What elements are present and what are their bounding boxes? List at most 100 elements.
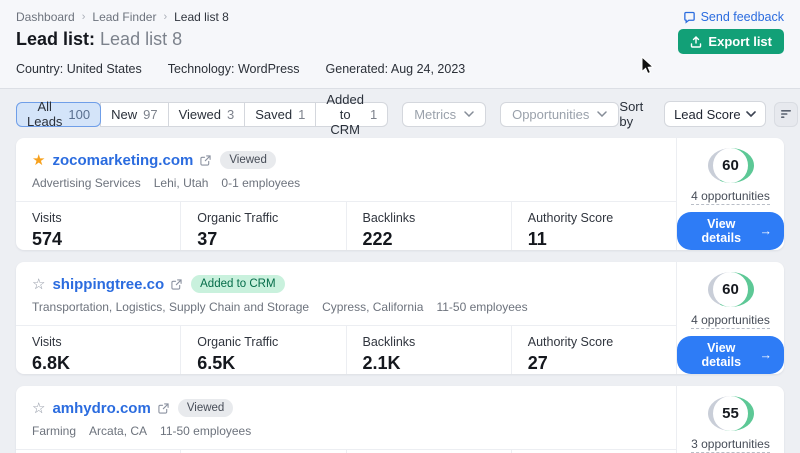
meta-generated: Generated: Aug 24, 2023 bbox=[326, 62, 466, 76]
metric-value: 6.5K bbox=[197, 353, 345, 374]
metric-value: 2.1K bbox=[363, 353, 511, 374]
metric-cell: Authority Score27 bbox=[511, 326, 676, 374]
metric-value: 37 bbox=[197, 229, 345, 250]
list-meta: Country: United States Technology: WordP… bbox=[16, 62, 784, 76]
lead-card: ☆ amhydro.com Viewed Farming Arcata, CA 11-50… bbox=[16, 386, 784, 453]
metric-label: Authority Score bbox=[528, 211, 676, 225]
sort-order-button[interactable] bbox=[774, 102, 798, 127]
company-industry: Transportation, Logistics, Supply Chain … bbox=[32, 300, 309, 314]
external-link-icon[interactable] bbox=[171, 279, 182, 290]
filter-tab-label: New bbox=[111, 107, 137, 122]
breadcrumb-lead-finder[interactable]: Lead Finder bbox=[92, 10, 156, 24]
company-info: Farming Arcata, CA 11-50 employees bbox=[32, 424, 660, 438]
filter-tab-label: All Leads bbox=[27, 99, 62, 129]
metric-label: Backlinks bbox=[363, 335, 511, 349]
lead-score-value: 60 bbox=[713, 272, 748, 307]
breadcrumb-separator: › bbox=[163, 11, 167, 23]
lead-domain-link[interactable]: shippingtree.co bbox=[52, 276, 164, 293]
lead-score-value: 55 bbox=[713, 396, 748, 431]
metric-cell: Visits 574 bbox=[16, 202, 180, 250]
filter-tab-count: 1 bbox=[370, 107, 377, 122]
view-details-button[interactable]: View details→ bbox=[677, 336, 784, 374]
lead-score-value: 60 bbox=[713, 148, 748, 183]
metric-cell: Backlinks 2.1K bbox=[346, 326, 511, 374]
metric-label: Backlinks bbox=[363, 211, 511, 225]
status-badge: Viewed bbox=[178, 399, 234, 417]
star-icon[interactable]: ★ bbox=[32, 153, 45, 168]
filter-tab-added-to-crm[interactable]: Added to CRM1 bbox=[315, 102, 388, 127]
lead-card-main: ★ zocomarketing.com Viewed Advertising Serv… bbox=[16, 138, 676, 250]
meta-country: Country: United States bbox=[16, 62, 142, 76]
lead-score-ring: 55 bbox=[708, 396, 754, 431]
metric-cell: Authority Score 11 bbox=[511, 202, 676, 250]
chevron-down-icon bbox=[746, 111, 756, 117]
export-icon bbox=[690, 36, 702, 48]
filter-tab-count: 97 bbox=[143, 107, 157, 122]
metric-value: 11 bbox=[528, 229, 676, 250]
company-location: Cypress, California bbox=[322, 300, 423, 314]
metric-cell: Visits6.8K bbox=[16, 326, 180, 374]
arrow-right-icon: → bbox=[760, 224, 773, 238]
send-feedback-link[interactable]: Send feedback bbox=[683, 10, 784, 24]
filter-tab-viewed[interactable]: Viewed3 bbox=[168, 102, 246, 127]
lead-card-main: ☆ amhydro.com Viewed Farming Arcata, CA 11-50… bbox=[16, 386, 676, 453]
external-link-icon[interactable] bbox=[200, 155, 211, 166]
opportunities-dropdown[interactable]: Opportunities bbox=[500, 102, 619, 127]
metrics-row: VisitsOrganic TrafficBacklinksAuthority … bbox=[16, 449, 676, 453]
view-details-button[interactable]: View details → bbox=[677, 212, 784, 250]
filter-tab-label: Saved bbox=[255, 107, 292, 122]
status-badge: Added to CRM bbox=[191, 275, 284, 293]
export-label: Export list bbox=[708, 34, 772, 49]
opportunities-link[interactable]: 4 opportunities bbox=[691, 313, 770, 329]
export-list-button[interactable]: Export list bbox=[678, 29, 784, 54]
sort-select-value: Lead Score bbox=[674, 107, 741, 122]
filter-tab-label: Added to CRM bbox=[326, 92, 364, 137]
company-industry: Farming bbox=[32, 424, 76, 438]
chevron-down-icon bbox=[597, 111, 607, 117]
filter-bar: All Leads100New97Viewed3Saved1Added to C… bbox=[16, 99, 784, 129]
lead-card-side: 60 4 opportunities View details → bbox=[676, 138, 784, 250]
breadcrumb-dashboard[interactable]: Dashboard bbox=[16, 10, 75, 24]
sort-by-label: Sort by bbox=[619, 99, 656, 129]
view-details-label: View details bbox=[689, 217, 754, 245]
filter-tab-new[interactable]: New 97 bbox=[100, 102, 168, 127]
company-location: Lehi, Utah bbox=[154, 176, 209, 190]
star-icon[interactable]: ☆ bbox=[32, 277, 45, 292]
metric-label: Organic Traffic bbox=[197, 335, 345, 349]
metric-value: 27 bbox=[528, 353, 676, 374]
opportunities-link[interactable]: 3 opportunities bbox=[691, 437, 770, 453]
filter-tab-label: Viewed bbox=[179, 107, 221, 122]
filter-tab-count: 1 bbox=[298, 107, 305, 122]
company-info: Transportation, Logistics, Supply Chain … bbox=[32, 300, 660, 314]
company-info: Advertising ServicesLehi, Utah0-1 employ… bbox=[32, 176, 660, 190]
lead-domain-link[interactable]: amhydro.com bbox=[52, 400, 150, 417]
page-title: Lead list: Lead list 8 bbox=[16, 29, 182, 50]
meta-technology: Technology: WordPress bbox=[168, 62, 300, 76]
sort-descending-icon bbox=[780, 109, 792, 119]
external-link-icon[interactable] bbox=[158, 403, 169, 414]
company-employees: 11-50 employees bbox=[160, 424, 251, 438]
company-location: Arcata, CA bbox=[89, 424, 147, 438]
breadcrumb-separator: › bbox=[82, 11, 86, 23]
metric-label: Organic Traffic bbox=[197, 211, 345, 225]
breadcrumb: Dashboard › Lead Finder › Lead list 8 bbox=[16, 10, 229, 24]
status-badge: Viewed bbox=[220, 151, 276, 169]
page-header: Dashboard › Lead Finder › Lead list 8 Se… bbox=[0, 0, 800, 89]
opportunities-link[interactable]: 4 opportunities bbox=[691, 189, 770, 205]
metrics-dropdown[interactable]: Metrics bbox=[402, 102, 486, 127]
filter-tab-count: 100 bbox=[68, 107, 90, 122]
metric-label: Visits bbox=[32, 211, 180, 225]
company-industry: Advertising Services bbox=[32, 176, 141, 190]
metrics-row: Visits574Organic Traffic37Backlinks222Au… bbox=[16, 201, 676, 250]
sort-select[interactable]: Lead Score bbox=[664, 101, 766, 127]
lead-domain-link[interactable]: zocomarketing.com bbox=[52, 152, 193, 169]
star-icon[interactable]: ☆ bbox=[32, 401, 45, 416]
filter-tab-all-leads[interactable]: All Leads 100 bbox=[16, 102, 101, 127]
view-details-label: View details bbox=[689, 341, 754, 369]
metric-cell: Organic Traffic 6.5K bbox=[180, 326, 345, 374]
metrics-row: Visits6.8K Organic Traffic 6.5K Backlinks 2.… bbox=[16, 325, 676, 374]
filter-tab-saved[interactable]: Saved 1 bbox=[244, 102, 316, 127]
metric-value: 574 bbox=[32, 229, 180, 250]
metric-label: Visits bbox=[32, 335, 180, 349]
feedback-bubble-icon bbox=[683, 11, 696, 24]
